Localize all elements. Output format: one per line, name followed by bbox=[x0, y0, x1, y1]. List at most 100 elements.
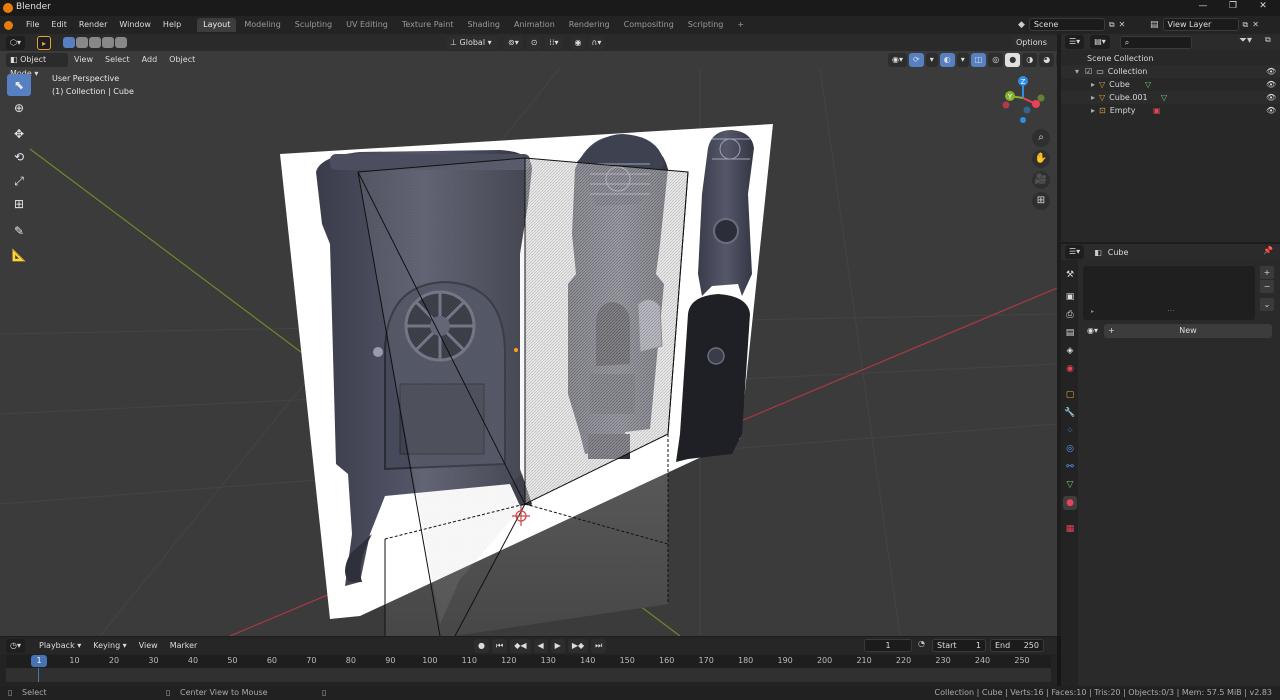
new-material-button[interactable]: + New bbox=[1104, 324, 1272, 338]
data-tab-icon[interactable]: ▽ bbox=[1063, 478, 1077, 492]
prev-keyframe-icon[interactable]: ◆◀ bbox=[510, 639, 531, 653]
cursor-tool-icon[interactable]: ⊕ bbox=[7, 97, 31, 119]
mesh-data-icon[interactable]: ▽ bbox=[1145, 78, 1151, 91]
camera-view-icon[interactable]: 🎥 bbox=[1032, 171, 1050, 189]
select-new-icon[interactable] bbox=[63, 37, 76, 48]
output-tab-icon[interactable]: ⎙ bbox=[1063, 308, 1077, 322]
minimize-icon[interactable]: — bbox=[1188, 1, 1218, 15]
viewport-menu-object[interactable]: Object bbox=[163, 51, 201, 68]
clock-icon[interactable]: ◔ bbox=[918, 639, 925, 648]
play-icon[interactable]: ▶ bbox=[550, 639, 565, 653]
pin-icon[interactable]: 📌 bbox=[1263, 246, 1273, 255]
menu-file[interactable]: File bbox=[20, 16, 45, 34]
visibility-eye-icon[interactable]: 👁 bbox=[1266, 91, 1276, 104]
scene-icon[interactable]: ◆ bbox=[1018, 20, 1025, 30]
overlays-dropdown-icon[interactable]: ▾ bbox=[956, 53, 969, 67]
tab-modeling[interactable]: Modeling bbox=[238, 18, 286, 32]
remove-slot-button[interactable]: − bbox=[1260, 280, 1274, 293]
blender-menu-icon[interactable] bbox=[4, 20, 20, 30]
next-keyframe-icon[interactable]: ▶◆ bbox=[567, 639, 589, 653]
shading-rendered-icon[interactable]: ◕ bbox=[1039, 53, 1055, 67]
proportional-edit-icon[interactable]: ◉ bbox=[570, 36, 586, 50]
outliner-row-cube[interactable]: ▸ ▽ Cube ▽ 👁 bbox=[1061, 78, 1280, 91]
image-data-icon[interactable]: ▣ bbox=[1153, 104, 1161, 117]
play-reverse-icon[interactable]: ◀ bbox=[533, 639, 548, 653]
slot-menu-icon[interactable]: ⌄ bbox=[1260, 298, 1274, 311]
viewport-scene[interactable] bbox=[0, 34, 1057, 636]
start-frame-field[interactable]: Start 1 bbox=[932, 639, 986, 652]
editor-type-icon[interactable]: ⬡▾ bbox=[6, 35, 25, 50]
resize-grip-icon[interactable]: ⋯ bbox=[1167, 306, 1175, 315]
rotate-tool-icon[interactable]: ⟲ bbox=[7, 146, 31, 168]
end-frame-field[interactable]: End 250 bbox=[990, 639, 1044, 652]
navigation-gizmo[interactable]: Z Y bbox=[998, 74, 1048, 130]
xray-toggle-icon[interactable]: ◫ bbox=[970, 53, 987, 67]
expand-list-icon[interactable]: ▸ bbox=[1091, 308, 1094, 315]
timeline-editor-type-icon[interactable]: ◷▾ bbox=[6, 638, 25, 653]
viewport-menu-view[interactable]: View bbox=[68, 51, 99, 68]
select-intersect-icon[interactable] bbox=[115, 37, 128, 48]
texture-tab-icon[interactable]: ▦ bbox=[1063, 522, 1077, 536]
material-tab-icon[interactable]: ● bbox=[1063, 496, 1077, 510]
display-mode-icon[interactable]: ▤▾ bbox=[1090, 35, 1110, 49]
frame-ruler[interactable]: 1 10 20 30 40 50 60 70 80 90 100 110 120 130 140 150 160… bbox=[6, 655, 1051, 668]
material-slot-list[interactable]: ▸ ⋯ bbox=[1083, 266, 1255, 320]
shading-solid-icon[interactable]: ● bbox=[1005, 53, 1021, 67]
tab-scripting[interactable]: Scripting bbox=[682, 18, 730, 32]
current-frame-field[interactable]: 1 bbox=[864, 639, 912, 652]
measure-tool-icon[interactable]: 📐 bbox=[7, 244, 31, 266]
record-icon[interactable]: ● bbox=[474, 639, 489, 653]
shading-dropdown-icon[interactable]: ▾ bbox=[1056, 53, 1057, 67]
visibility-eye-icon[interactable]: 👁 bbox=[1266, 104, 1276, 117]
render-tab-icon[interactable]: ▣ bbox=[1063, 290, 1077, 304]
annotate-tool-icon[interactable]: ✎ bbox=[7, 220, 31, 242]
tab-compositing[interactable]: Compositing bbox=[618, 18, 680, 32]
tab-sculpting[interactable]: Sculpting bbox=[289, 18, 338, 32]
close-icon[interactable]: ✕ bbox=[1248, 1, 1278, 15]
browse-material-icon[interactable]: ◉▾ bbox=[1083, 324, 1102, 338]
tab-texture-paint[interactable]: Texture Paint bbox=[396, 18, 460, 32]
timeline-menu-playback[interactable]: Playback ▾ bbox=[33, 637, 87, 654]
outliner-row-collection[interactable]: ▾ ☑ ▭ Collection 👁 bbox=[1061, 65, 1280, 78]
viewport-menu-add[interactable]: Add bbox=[136, 51, 164, 68]
menu-edit[interactable]: Edit bbox=[45, 16, 73, 34]
timeline-menu-view[interactable]: View bbox=[133, 637, 164, 654]
tab-layout[interactable]: Layout bbox=[197, 18, 237, 32]
snap-target-icon[interactable]: ⁞⁞▾ bbox=[545, 36, 563, 50]
tool-tab-icon[interactable]: ⚒ bbox=[1063, 268, 1077, 282]
overlays-toggle-icon[interactable]: ◐ bbox=[939, 53, 955, 67]
physics-tab-icon[interactable]: ◎ bbox=[1063, 442, 1077, 456]
object-mode-dropdown[interactable]: ◧ Object Mode ▾ bbox=[6, 52, 68, 78]
falloff-icon[interactable]: ∩▾ bbox=[587, 36, 606, 50]
jump-start-icon[interactable]: ⏮ bbox=[491, 639, 508, 653]
transform-orientation-dropdown[interactable]: ⊥ Global ▾ bbox=[446, 36, 498, 50]
menu-window[interactable]: Window bbox=[113, 16, 157, 34]
scale-tool-icon[interactable]: ⤢ bbox=[7, 170, 31, 192]
timeline-track-area[interactable] bbox=[6, 668, 1051, 682]
object-tab-icon[interactable]: ▢ bbox=[1063, 388, 1077, 402]
delete-scene-icon[interactable]: ✕ bbox=[1119, 20, 1126, 29]
world-tab-icon[interactable]: ◉ bbox=[1063, 362, 1077, 376]
delete-view-layer-icon[interactable]: ✕ bbox=[1252, 20, 1259, 29]
outliner-row-cube-001[interactable]: ▸ ▽ Cube.001 ▽ 👁 bbox=[1061, 91, 1280, 104]
zoom-icon[interactable]: ⌕ bbox=[1032, 129, 1050, 147]
expand-arrow-icon[interactable]: ▸ bbox=[1091, 104, 1095, 117]
checkbox-icon[interactable]: ☑ bbox=[1085, 65, 1092, 78]
add-slot-button[interactable]: + bbox=[1260, 266, 1274, 279]
visibility-eye-icon[interactable]: 👁 bbox=[1266, 65, 1276, 78]
pan-hand-icon[interactable]: ✋ bbox=[1032, 150, 1050, 168]
gizmo-dropdown-icon[interactable]: ▾ bbox=[925, 53, 938, 67]
particles-tab-icon[interactable]: ⁘ bbox=[1063, 424, 1077, 438]
properties-editor-type-icon[interactable]: ☰▾ bbox=[1065, 245, 1085, 259]
options-dropdown[interactable]: Options ▾ bbox=[1012, 36, 1057, 61]
tab-rendering[interactable]: Rendering bbox=[563, 18, 616, 32]
select-invert-icon[interactable] bbox=[102, 37, 115, 48]
expand-arrow-icon[interactable]: ▸ bbox=[1091, 91, 1095, 104]
filter-icon[interactable]: ⏷▾ bbox=[1239, 35, 1252, 46]
select-subtract-icon[interactable] bbox=[89, 37, 102, 48]
outliner-search-input[interactable]: ⌕ bbox=[1119, 35, 1192, 49]
select-box-tool-icon[interactable]: ⬉ bbox=[7, 74, 31, 96]
viewport-menu-select[interactable]: Select bbox=[99, 51, 136, 68]
outliner-row-scene-collection[interactable]: Scene Collection bbox=[1061, 52, 1280, 65]
menu-render[interactable]: Render bbox=[73, 16, 113, 34]
